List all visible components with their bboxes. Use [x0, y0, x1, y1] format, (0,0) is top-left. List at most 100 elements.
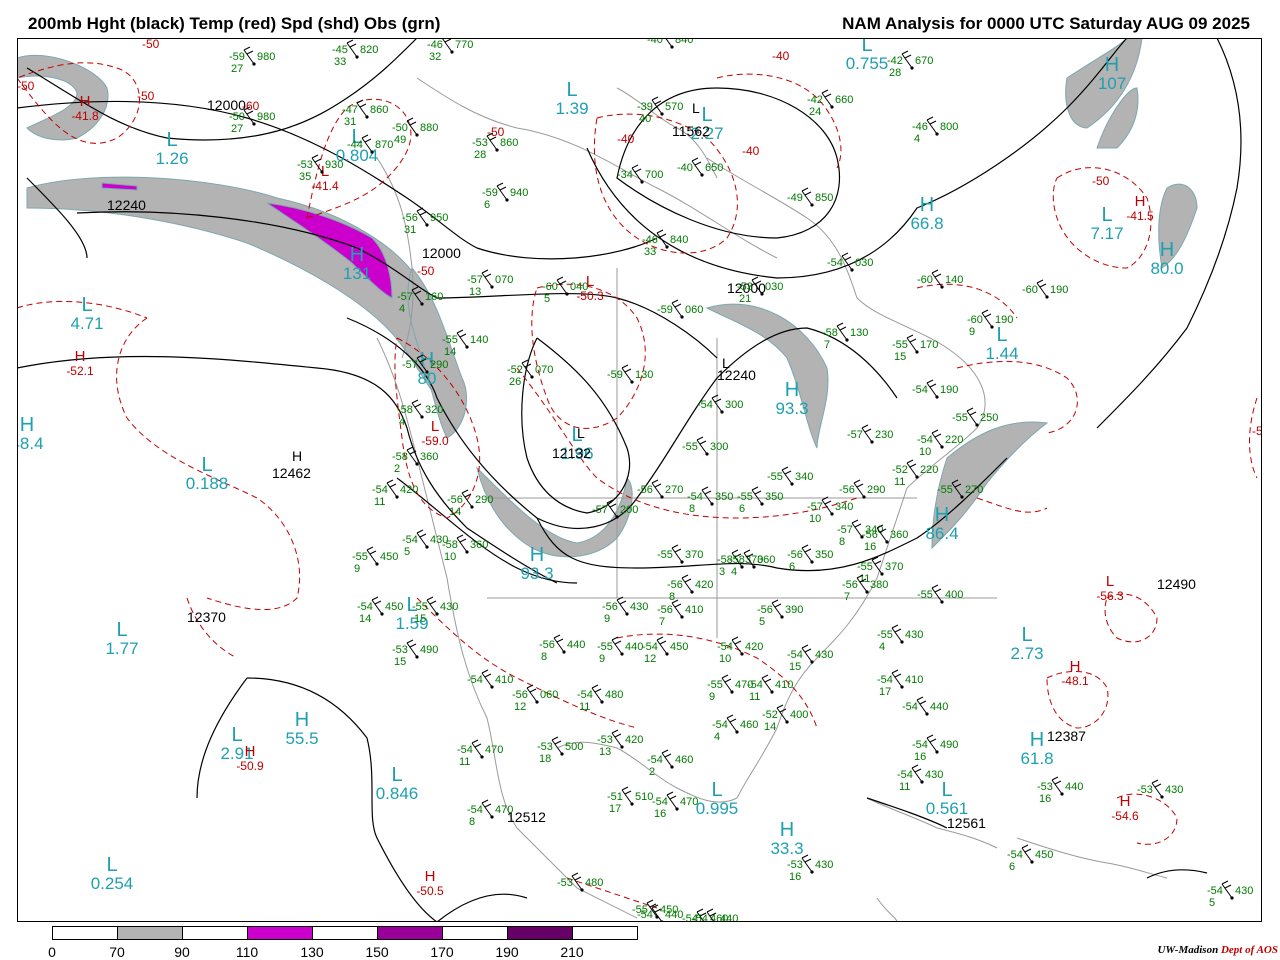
obs-wind-barb	[671, 599, 683, 618]
obs-wind-barb	[1051, 776, 1063, 795]
obs-dewpoint: 10	[444, 551, 456, 563]
obs-height: 140	[470, 334, 488, 346]
obs-wind-barb	[1221, 880, 1233, 899]
obs-temperature: -59	[229, 51, 245, 63]
speed-center-symbol: L	[166, 129, 177, 151]
obs-temperature: -54	[712, 719, 728, 731]
legend-bin	[507, 926, 573, 940]
obs-dewpoint: 33	[644, 246, 656, 258]
obs-temperature: -55	[952, 412, 968, 424]
obs-wind-barb	[651, 96, 663, 115]
obs-dewpoint: 16	[864, 541, 876, 553]
obs-height: 270	[665, 484, 683, 496]
legend-bin	[442, 926, 508, 940]
obs-temperature: -46	[642, 234, 658, 246]
obs-height: 430	[630, 601, 648, 613]
obs-wind-barb	[406, 117, 418, 136]
obs-temperature: -53	[392, 644, 408, 656]
obs-temperature: -55	[657, 549, 673, 561]
obs-wind-barb	[591, 684, 603, 703]
obs-wind-barb	[701, 486, 713, 505]
obs-temperature: -54	[717, 641, 733, 653]
obs-height: 060	[540, 689, 558, 701]
height-contour-label: 12462	[272, 465, 311, 481]
obs-height: 460	[675, 754, 693, 766]
obs-temperature: -54	[577, 689, 593, 701]
temp-center-symbol: H	[245, 743, 256, 760]
obs-wind-barb	[556, 276, 568, 295]
obs-dewpoint: 9	[354, 563, 360, 575]
obs-temperature: -56	[512, 689, 528, 701]
obs-wind-barb	[616, 596, 628, 615]
obs-temperature: -57	[837, 524, 853, 536]
obs-height: 360	[890, 529, 908, 541]
obs-height: 360	[470, 539, 488, 551]
obs-wind-barb	[456, 534, 468, 553]
obs-dewpoint: 6	[484, 199, 490, 211]
speed-center-symbol: H	[295, 709, 309, 731]
obs-temperature: -53	[1037, 781, 1053, 793]
temp-center-symbol: H	[1070, 658, 1081, 675]
obs-temperature: -55	[877, 629, 893, 641]
obs-temperature: -46	[427, 39, 443, 51]
obs-height: 660	[835, 94, 853, 106]
speed-center-value: 0.846	[376, 784, 419, 803]
obs-dewpoint: 18	[539, 753, 551, 765]
temp-center-value: -56.3	[1096, 589, 1124, 603]
speed-center-symbol: L	[1101, 204, 1112, 226]
legend-bin	[572, 926, 638, 940]
obs-temperature: -60	[542, 281, 558, 293]
obs-wind-barb	[656, 636, 668, 655]
obs-wind-barb	[911, 764, 923, 783]
obs-height: 430	[815, 649, 833, 661]
obs-height: 160	[425, 291, 443, 303]
obs-temperature: -57	[397, 291, 413, 303]
obs-dewpoint: 4	[399, 303, 405, 315]
obs-height: 840	[670, 234, 688, 246]
obs-temperature: -54	[402, 534, 418, 546]
obs-temperature: -52	[892, 464, 908, 476]
obs-height: 230	[875, 429, 893, 441]
obs-temperature: -59	[657, 304, 673, 316]
obs-height: 370	[685, 549, 703, 561]
obs-dewpoint: 9	[599, 653, 605, 665]
obs-wind-barb	[821, 89, 833, 108]
obs-wind-barb	[366, 546, 378, 565]
obs-dewpoint: 32	[429, 51, 441, 63]
obs-temperature: -55	[767, 471, 783, 483]
speed-center-symbol: H	[920, 194, 934, 216]
legend-tick: 210	[560, 944, 584, 960]
obs-temperature: -54	[877, 674, 893, 686]
obs-height: 060	[685, 304, 703, 316]
obs-wind-barb	[781, 466, 793, 485]
obs-temperature: -40	[677, 162, 693, 174]
obs-dewpoint: 8	[669, 591, 675, 603]
obs-dewpoint: 13	[469, 286, 481, 298]
obs-temperature: -49	[787, 192, 803, 204]
obs-dewpoint: 7	[824, 339, 830, 351]
obs-height: 650	[705, 162, 723, 174]
obs-wind-barb	[926, 116, 938, 135]
obs-dewpoint: 4	[714, 731, 720, 743]
obs-temperature: -56	[657, 604, 673, 616]
legend-bin	[312, 926, 378, 940]
temp-center-symbol: L	[1106, 573, 1114, 590]
obs-wind-barb	[664, 38, 673, 48]
height-contour-label: 12132	[552, 445, 591, 461]
temp-center-value: -54.6	[1111, 809, 1139, 823]
obs-height: 220	[920, 464, 938, 476]
obs-temperature: -54	[647, 754, 663, 766]
obs-temperature: -55	[857, 561, 873, 573]
obs-height: 850	[815, 192, 833, 204]
obs-height: 440	[567, 639, 585, 651]
obs-temperature: -54	[467, 674, 483, 686]
obs-temperature: -53	[537, 741, 553, 753]
obs-wind-barb	[346, 39, 358, 58]
obs-wind-barb	[966, 407, 978, 426]
speed-center-value: 0.755	[846, 54, 889, 73]
obs-temperature: -59	[482, 187, 498, 199]
obs-wind-barb	[651, 479, 663, 498]
obs-wind-barb	[836, 322, 848, 341]
obs-wind-barb	[621, 786, 633, 805]
temp-center-value: -48.1	[1061, 674, 1089, 688]
